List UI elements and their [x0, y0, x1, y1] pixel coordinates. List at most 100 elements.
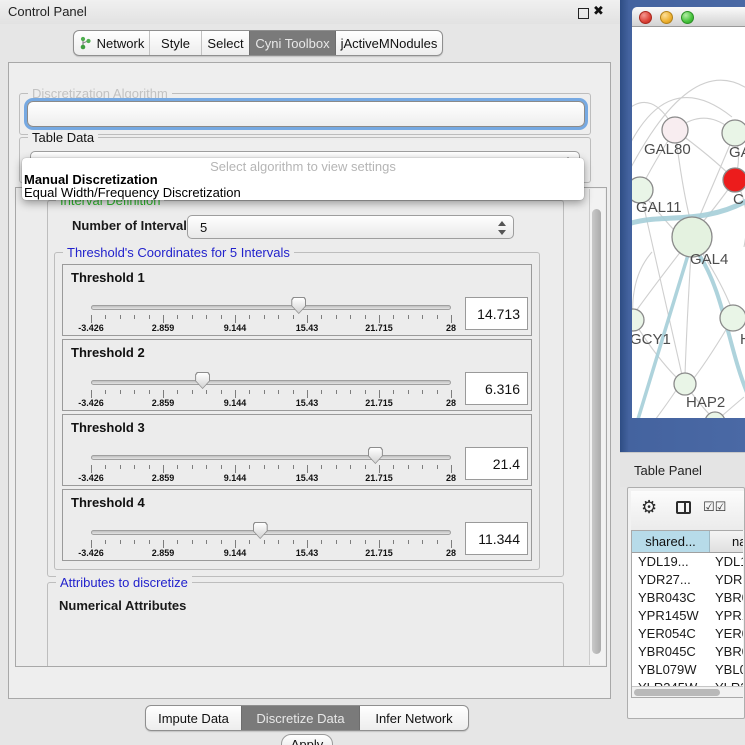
network-node[interactable]	[720, 305, 745, 331]
slider-tick	[249, 540, 250, 544]
slider-tick-label: 28	[446, 473, 456, 483]
slider-tick-label: 15.43	[296, 323, 319, 333]
network-canvas[interactable]: GAL80GACGAL11GAL4GCY1HHAP2	[632, 27, 745, 418]
threshold-1-slider[interactable]	[91, 305, 451, 310]
table-row[interactable]: YDL19... YDL1	[632, 553, 743, 571]
table-horizontal-scrollbar[interactable]	[632, 686, 743, 697]
network-node[interactable]	[632, 309, 644, 331]
scrollbar-thumb[interactable]	[634, 689, 720, 696]
cell-name[interactable]: YBR0	[715, 643, 743, 661]
slider-tick	[365, 315, 366, 319]
table-row[interactable]: YBL079W YBL0	[632, 661, 743, 679]
threshold-4-slider-thumb[interactable]	[253, 522, 268, 539]
threshold-1-value-field[interactable]	[465, 297, 528, 330]
slider-tick	[307, 540, 308, 548]
column-header-shared-name[interactable]: shared...	[632, 531, 710, 552]
threshold-2-value-field[interactable]	[465, 372, 528, 405]
tab-network[interactable]: Network	[74, 31, 149, 55]
slider-tick	[105, 390, 106, 394]
threshold-2-slider-thumb[interactable]	[195, 372, 210, 389]
tab-jactivemnodules-label: jActiveMNodules	[341, 36, 438, 51]
tab-jactivemnodules[interactable]: jActiveMNodules	[335, 31, 442, 55]
combo-stepper-icon	[497, 220, 506, 236]
threshold-3-slider[interactable]	[91, 455, 451, 460]
scrollbar-thumb[interactable]	[592, 209, 601, 654]
threshold-3-value-field[interactable]	[465, 447, 528, 480]
table-row[interactable]: YBR045C YBR0	[632, 643, 743, 661]
tab-impute-data[interactable]: Impute Data	[146, 706, 241, 730]
network-node[interactable]	[723, 168, 745, 192]
cell-name[interactable]: YDL1	[715, 553, 743, 571]
table-row[interactable]: YBR043C YBR0	[632, 589, 743, 607]
slider-tick	[177, 390, 178, 394]
cell-shared-name[interactable]: YPR145W	[638, 607, 710, 625]
mac-minimize-button[interactable]	[660, 11, 673, 24]
cell-name[interactable]: YBL0	[715, 661, 743, 679]
settings-vertical-scrollbar[interactable]	[589, 189, 605, 665]
cell-shared-name[interactable]: YIL052C	[638, 697, 710, 698]
number-of-intervals-combo[interactable]: 5	[187, 215, 514, 239]
cell-shared-name[interactable]: YBR043C	[638, 589, 710, 607]
table-row[interactable]: YIL052C YIL0	[632, 697, 743, 698]
table-row[interactable]: YDR27... YDR2	[632, 571, 743, 589]
threshold-4-value-field[interactable]	[465, 522, 528, 555]
app-root: Control Panel ✖ Network Style Select Cyn…	[0, 0, 745, 745]
slider-tick-label: 21.715	[365, 398, 393, 408]
tab-style[interactable]: Style	[149, 31, 201, 55]
slider-tick	[379, 465, 380, 473]
threshold-3-slider-thumb[interactable]	[368, 447, 383, 464]
algorithm-option-equal-width[interactable]: Equal Width/Frequency Discretization	[24, 185, 241, 200]
slider-tick	[408, 390, 409, 394]
cell-name[interactable]: YBR0	[715, 589, 743, 607]
tab-select[interactable]: Select	[201, 31, 249, 55]
slider-tick	[192, 465, 193, 469]
slider-tick	[408, 465, 409, 469]
slider-tick	[235, 390, 236, 398]
cell-name[interactable]: YER0	[715, 625, 743, 643]
table-row[interactable]: YPR145W YPR1	[632, 607, 743, 625]
threshold-2-panel: Threshold 2 -3.4262.8599.14415.4321.7152…	[62, 339, 532, 411]
mac-zoom-button[interactable]	[681, 11, 694, 24]
threshold-1-slider-thumb[interactable]	[291, 297, 306, 314]
cell-name[interactable]: YPR1	[715, 607, 743, 625]
cell-name[interactable]: YIL0	[715, 697, 743, 698]
slider-tick-label: 2.859	[152, 548, 175, 558]
close-icon[interactable]: ✖	[593, 3, 604, 19]
network-node[interactable]	[722, 120, 745, 146]
slider-tick	[177, 465, 178, 469]
attributes-group-title: Attributes to discretize	[56, 575, 192, 590]
tab-discretize-data[interactable]: Discretize Data	[241, 706, 359, 730]
mac-close-button[interactable]	[639, 11, 652, 24]
cell-shared-name[interactable]: YER054C	[638, 625, 710, 643]
slider-tick-labels: -3.4262.8599.14415.4321.71528	[63, 323, 531, 334]
slider-tick	[451, 390, 452, 398]
slider-tick	[192, 540, 193, 544]
network-node-label: H	[740, 331, 745, 348]
cell-shared-name[interactable]: YBL079W	[638, 661, 710, 679]
tab-infer-network[interactable]: Infer Network	[359, 706, 468, 730]
cell-shared-name[interactable]: YBR045C	[638, 643, 710, 661]
tab-cyni-toolbox[interactable]: Cyni Toolbox	[249, 31, 335, 55]
slider-tick	[91, 465, 92, 473]
slider-tick-label: 15.43	[296, 473, 319, 483]
column-header-name[interactable]: na	[711, 531, 743, 552]
cell-shared-name[interactable]: YDR27...	[638, 571, 710, 589]
network-node[interactable]	[662, 117, 688, 143]
table-row[interactable]: YER054C YER0	[632, 625, 743, 643]
checked-box-icons[interactable]: ☑☑	[703, 499, 726, 515]
column-layout-icon[interactable]	[676, 501, 691, 514]
network-node-label: GAL11	[636, 199, 682, 216]
threshold-2-slider[interactable]	[91, 380, 451, 385]
gear-icon[interactable]: ⚙	[641, 497, 657, 518]
slider-tick	[321, 540, 322, 544]
apply-button[interactable]: Apply	[281, 734, 333, 745]
float-window-icon[interactable]	[578, 8, 589, 19]
threshold-4-slider[interactable]	[91, 530, 451, 535]
slider-tick	[437, 390, 438, 394]
algorithm-combo[interactable]	[27, 101, 585, 127]
cell-shared-name[interactable]: YDL19...	[638, 553, 710, 571]
slider-tick	[249, 390, 250, 394]
slider-tick	[91, 315, 92, 323]
network-node[interactable]	[674, 373, 696, 395]
cell-name[interactable]: YDR2	[715, 571, 743, 589]
